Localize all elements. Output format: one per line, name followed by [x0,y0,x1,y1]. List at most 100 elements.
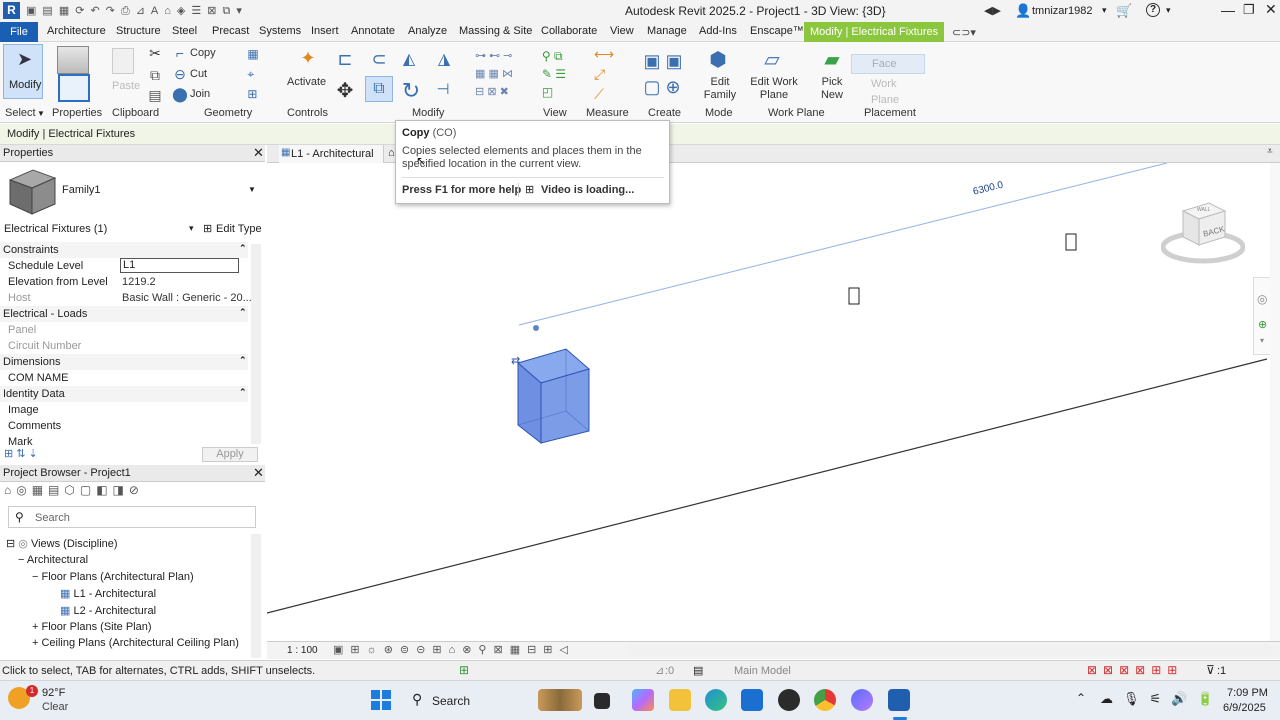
row-mark[interactable]: Mark [0,434,248,446]
undo-icon[interactable]: ↶ [90,5,105,17]
face-placement-button[interactable]: Face [851,54,925,74]
row-com-name[interactable]: COM NAME [0,370,248,386]
tab-annotate[interactable]: Annotate [351,25,395,37]
edit-work-plane-icon[interactable]: ▱ [758,46,786,72]
filter-icon[interactable]: ⊽ [1206,663,1215,677]
modify-button[interactable]: ➤ Modify [3,44,43,99]
view-control-icons[interactable]: ▣⊞☼⊛⊜⊝⊞⌂⊗⚲⊠▦⊟⊞◁ [333,643,575,656]
row-image[interactable]: Image [0,402,248,418]
activate-controls-icon[interactable]: ✦ [296,46,320,70]
section-icon[interactable]: ◈ [177,5,191,17]
apply-button[interactable]: Apply [202,447,258,462]
thin-lines-icon[interactable]: ☰ [191,5,207,17]
browser-scrollbar[interactable] [251,534,261,658]
app-icon-dark[interactable] [778,689,800,711]
maximize-button[interactable]: ❐ [1243,2,1255,18]
trim-extend-icon[interactable]: ⊣ [432,78,454,100]
tab-structure[interactable]: Structure [116,25,161,37]
copy-tool-button[interactable]: ⧉ [365,76,393,102]
tab-collaborate[interactable]: Collaborate [541,25,597,37]
cope-icon[interactable]: ⌐ [172,45,188,61]
selection-filter-icons[interactable]: ⊠⊠⊠⊠⊞⊞ [1087,663,1183,677]
close-button[interactable]: ✕ [1265,1,1277,18]
chrome-icon[interactable] [814,689,836,711]
properties-scrollbar[interactable] [251,244,261,444]
tab-massing-site[interactable]: Massing & Site [459,25,532,37]
join-label[interactable]: Join [190,88,210,100]
tab-view[interactable]: View [610,25,634,37]
switch-windows-icon[interactable]: ⧉ [222,5,236,17]
instance-filter-dropdown[interactable]: Electrical Fixtures (1) [4,223,107,235]
tab-precast[interactable]: Precast [212,25,249,37]
pick-new-icon[interactable]: ▰ [820,46,844,72]
tree-l2-architectural[interactable]: ▦ L2 - Architectural [60,604,156,617]
weather-condition[interactable]: Clear [42,701,68,713]
cut-label[interactable]: Cut [190,68,207,80]
type-properties-icon[interactable] [57,46,89,74]
close-hidden-icon[interactable]: ⊠ [207,5,222,17]
taskbar-search[interactable]: ⚲ Search [404,687,584,713]
properties-close-icon[interactable]: ✕ [253,145,264,161]
main-model-selector[interactable]: Main Model [734,665,791,677]
project-browser-close-icon[interactable]: ✕ [253,465,264,481]
minimize-button[interactable]: — [1221,2,1235,18]
new-icon[interactable]: ▤ [42,5,58,17]
browser-search-box[interactable]: ⚲ Search [8,506,256,528]
copilot-icon[interactable] [632,689,654,711]
type-selector-dropdown-icon[interactable]: ▼ [248,185,256,194]
properties-palette-icon[interactable] [58,74,90,102]
tab-systems[interactable]: Systems [259,25,301,37]
editing-requests-icon[interactable]: ⊿ [655,664,664,677]
section-constraints[interactable]: Constraints ⌃ [0,242,248,258]
user-dropdown-icon[interactable]: ▾ [1102,5,1107,16]
tab-add-ins[interactable]: Add-Ins [699,25,737,37]
user-icon[interactable]: 👤 [1015,3,1031,19]
start-button[interactable] [371,690,391,710]
panel-select-label[interactable]: Select [5,107,36,119]
tree-l1-architectural[interactable]: ▦ L1 - Architectural [60,587,156,600]
activate-label[interactable]: Activate [287,76,326,88]
section-dimensions[interactable]: Dimensions ⌃ [0,354,248,370]
view-scale[interactable]: 1 : 100 [287,645,318,656]
tray-chevron-icon[interactable]: ⌃ [1076,691,1086,705]
tree-floor-plans-site[interactable]: + Floor Plans (Site Plan) [32,621,152,633]
paste-icon[interactable] [112,48,134,74]
help-dropdown-icon[interactable]: ▾ [1166,5,1171,16]
section-electrical-loads[interactable]: Electrical - Loads ⌃ [0,306,248,322]
viewcube[interactable]: WALL BACK [1160,201,1246,269]
move-icon[interactable]: ✥ [333,78,357,102]
mirror-draw-icon[interactable]: ◮ [432,48,456,70]
view-tools-icon[interactable]: ⚲ ⧉ ✎ ☰ ◰ [530,44,578,104]
tree-views-discipline[interactable]: ⊟ ◎ Views (Discipline) [6,537,118,550]
mirror-axis-icon[interactable]: ◭ [398,48,420,70]
3d-viewport[interactable]: ⇄ 6300.0 WALL BACK ◎ ⊕ ▾ [267,163,1280,641]
measure-icon[interactable]: ⊿ [136,5,151,17]
modify-tools-grid-icon[interactable]: ⊶ ⊷ ⊸ ▦ ▦ ⋈ ⊟ ⊠ ✖ [460,44,528,104]
edge-icon[interactable] [705,689,727,711]
zoom-icon[interactable]: ⊕ [1258,318,1267,331]
print-icon[interactable]: ⎙ [121,5,136,17]
view-tab-l1[interactable]: ▦ L1 - Architectural [279,145,384,163]
cut-geometry-icon[interactable]: ⊖ [172,66,188,82]
edit-work-plane-label[interactable]: Edit Work Plane [745,76,803,102]
user-name[interactable]: tmnizar1982 [1032,5,1093,17]
infocenter-arrows[interactable]: ◀▶ [984,4,1001,17]
edit-family-icon[interactable]: ⬢ [707,46,729,72]
tab-enscape[interactable]: Enscape™ [750,25,804,37]
text-icon[interactable]: A [151,5,164,17]
tree-floor-plans-arch[interactable]: − Floor Plans (Architectural Plan) [32,571,194,583]
select-dropdown-icon[interactable]: ▼ [37,109,45,118]
file-explorer-icon[interactable] [669,689,691,711]
tab-architecture[interactable]: Architecture [47,25,106,37]
section-identity-data[interactable]: Identity Data ⌃ [0,386,248,402]
edit-family-label[interactable]: Edit Family [703,76,737,102]
tab-steel[interactable]: Steel [172,25,197,37]
nav-bar-chevron-icon[interactable]: ▾ [1260,336,1264,345]
steering-wheel-icon[interactable]: ◎ [1257,292,1267,306]
paste-label[interactable]: Paste [112,80,140,92]
create-tools-icon[interactable]: ▣ ▣ ▢ ⊕ [632,44,694,104]
app-icon-purple[interactable] [851,689,873,711]
viewport-vertical-scrollbar[interactable] [1270,163,1280,641]
schedule-level-field[interactable]: L1 [120,258,239,273]
sync-icon[interactable]: ⟳ [75,5,90,17]
